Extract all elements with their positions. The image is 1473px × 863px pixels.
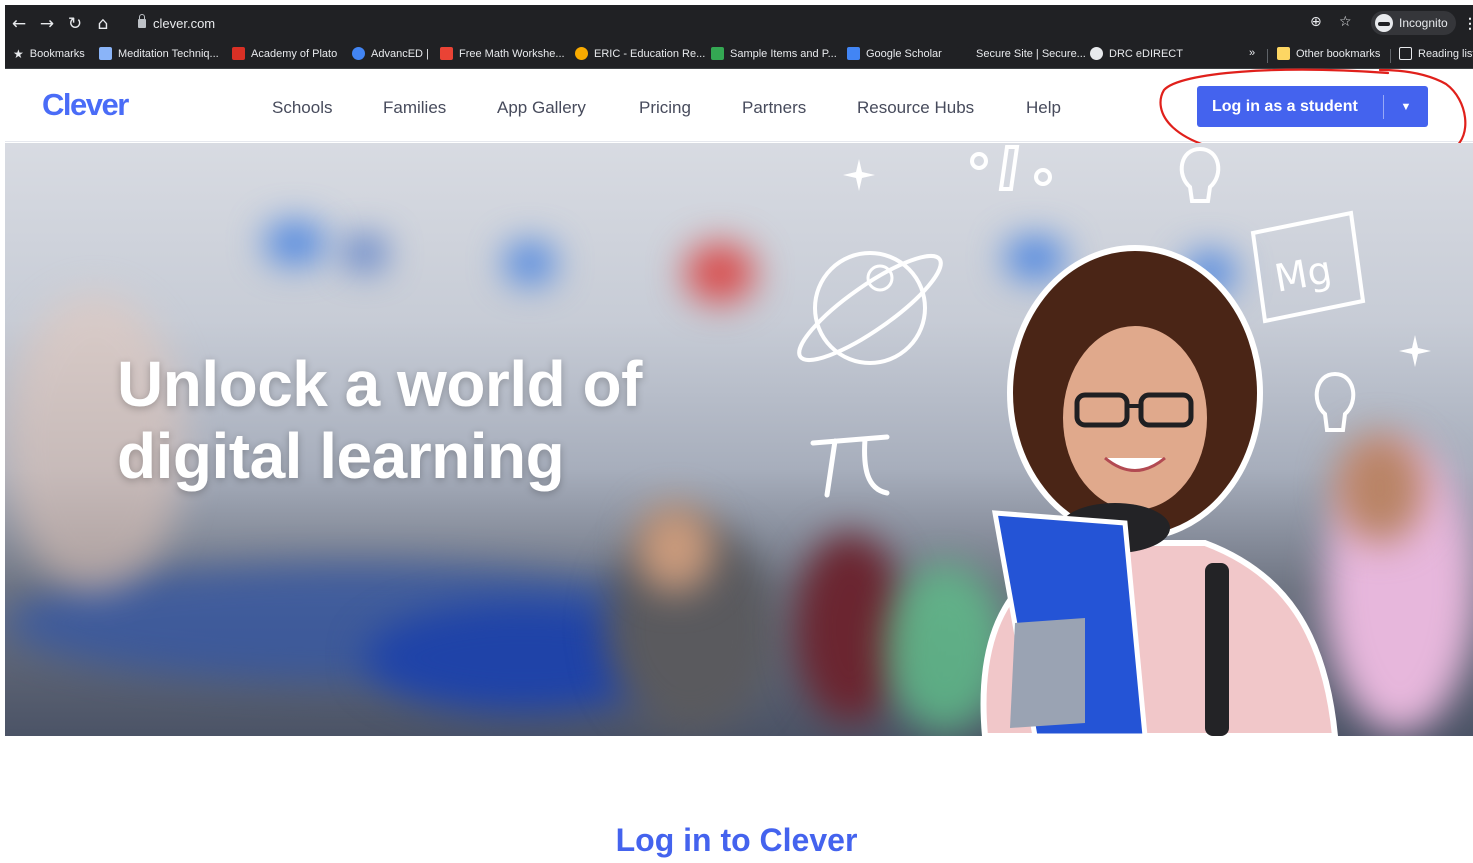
bookmark-label: Meditation Techniq... [118,47,219,60]
sparkle-icon [1399,335,1431,367]
bookmark-label: Reading list [1418,47,1473,60]
star-icon: ★ [13,47,24,61]
reload-icon[interactable]: ↻ [65,14,85,34]
lightbulb-doodle-icon [1179,146,1221,203]
address-bar[interactable]: clever.com [153,16,215,31]
bookmark-item[interactable]: Academy of Plato [232,47,337,60]
zoom-icon[interactable]: ⊕ [1310,14,1322,30]
bookmark-label: AdvancED | [371,47,429,60]
formula-doodle-icon [970,145,1052,191]
bookmark-item[interactable]: Free Math Workshe... [440,47,565,60]
hero-title-line: digital learning [117,420,565,492]
clever-logo[interactable]: Clever [42,87,129,123]
bookmark-label: Free Math Workshe... [459,47,565,60]
bookmark-item[interactable]: ERIC - Education Re... [575,47,705,60]
login-heading: Log in to Clever [615,822,858,858]
star-icon[interactable]: ☆ [1339,14,1352,30]
nav-pricing[interactable]: Pricing [639,98,691,118]
bookmark-label: Bookmarks [29,48,85,60]
favicon-icon [232,47,245,60]
background-shape [685,243,755,303]
back-arrow-icon[interactable]: ← [9,14,29,34]
sparkle-icon [843,159,875,191]
site-header: Clever Schools Families App Gallery Pric… [5,70,1473,142]
forward-arrow-icon[interactable]: → [37,14,57,34]
bookmark-item[interactable]: Secure Site | Secure... [957,47,1086,60]
background-shape [345,238,385,268]
student-figure [635,503,715,593]
incognito-label: Incognito [1399,16,1448,30]
favicon-icon [957,47,970,60]
incognito-icon [1375,14,1393,32]
pi-doodle-icon [810,434,890,498]
nav-families[interactable]: Families [383,98,446,118]
nav-app-gallery[interactable]: App Gallery [497,98,586,118]
bookmarks-bar: ★ Bookmarks Meditation Techniq... Academ… [5,41,1473,69]
globe-icon [352,47,365,60]
reading-list[interactable]: Reading list [1399,47,1473,60]
bookmark-label: ERIC - Education Re... [594,47,706,60]
gear-icon [575,47,588,60]
bookmark-label: Academy of Plato [251,47,338,60]
chevron-right-icon: » [1249,47,1256,59]
bookmark-item[interactable]: Sample Items and P... [711,47,837,60]
divider [1267,49,1268,63]
bookmark-item[interactable]: Meditation Techniq... [99,47,219,60]
favicon-icon [99,47,112,60]
bookmark-item[interactable]: DRC eDIRECT [1090,47,1183,60]
bookmark-label: Other bookmarks [1296,47,1381,60]
bookmark-item[interactable]: Google Scholar [847,47,942,60]
featured-student [980,245,1339,736]
nav-help[interactable]: Help [1026,98,1061,118]
browser-toolbar: ← → ↻ ⌂ clever.com ⊕ ☆ Incognito ⋮ [5,5,1473,41]
bookmark-label: Google Scholar [866,47,942,60]
divider [1390,49,1391,63]
hero-title-line: Unlock a world of [117,348,642,420]
favicon-icon [440,47,453,60]
lock-icon[interactable] [138,14,146,28]
nav-partners[interactable]: Partners [742,98,806,118]
login-student-button[interactable]: Log in as a student ▼ [1197,86,1428,127]
globe-icon [1090,47,1103,60]
hero-banner: Mg Unlock a world of digital learning [5,143,1473,736]
login-button-label: Log in as a student [1212,97,1358,115]
bookmarks-overflow[interactable]: » [1249,47,1255,59]
bookmark-label: Sample Items and P... [730,47,837,60]
bookmark-item[interactable]: ★ Bookmarks [13,47,85,61]
scholar-icon [847,47,860,60]
incognito-indicator[interactable]: Incognito [1371,11,1456,35]
hero-title: Unlock a world of digital learning [117,348,757,492]
nav-resource-hubs[interactable]: Resource Hubs [857,98,974,118]
menu-kebab-icon[interactable]: ⋮ [1463,15,1473,32]
caret-down-icon[interactable]: ▼ [1384,101,1428,113]
bookmark-item[interactable]: AdvancED | [352,47,429,60]
background-shape [265,223,325,263]
reading-list-icon [1399,47,1412,60]
bookmark-label: Secure Site | Secure... [976,47,1086,60]
folder-icon [1277,47,1290,60]
planet-doodle-icon [797,251,943,365]
background-shape [505,243,555,283]
home-icon[interactable]: ⌂ [93,14,113,34]
nav-schools[interactable]: Schools [272,98,332,118]
favicon-icon [711,47,724,60]
bookmark-label: DRC eDIRECT [1109,47,1183,60]
other-bookmarks[interactable]: Other bookmarks [1277,47,1380,60]
